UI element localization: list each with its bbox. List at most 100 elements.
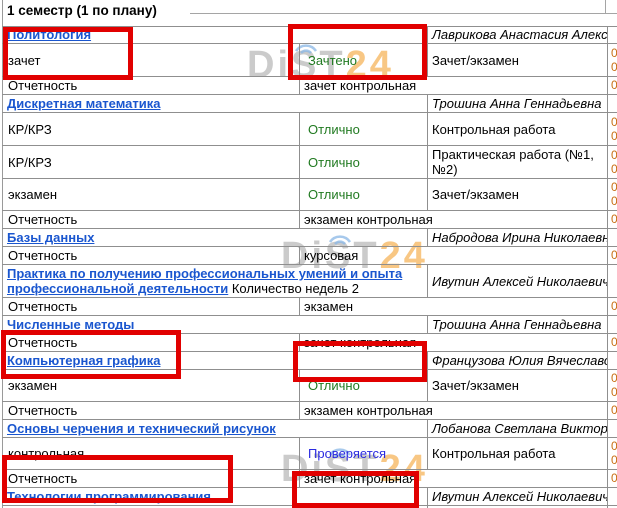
highlight-box-2 xyxy=(288,24,427,80)
work-type-cell: Зачет/экзамен xyxy=(427,370,607,402)
teacher-cell: Ивутин Алексей Николаевич xyxy=(427,488,607,506)
subject-extra-text: Количество недель 2 xyxy=(228,281,359,296)
grade-cell: Проверяется xyxy=(299,438,427,470)
report-label-cell: Отчетность xyxy=(2,298,299,316)
clipped-edge-text: 0 xyxy=(611,130,617,143)
edge-cell-clipped xyxy=(607,488,617,506)
grade-value: Проверяется xyxy=(308,446,386,461)
gradebook-table-wrapper: ПолитологияЛаврикова Анастасия Алексазач… xyxy=(2,26,617,508)
edge-cell-clipped: 00 xyxy=(607,179,617,211)
teacher-cell: Ивутин Алексей Николаевич xyxy=(427,265,607,298)
highlight-box-6 xyxy=(292,471,419,508)
report-row: Отчетностьэкзамен контрольная 0 xyxy=(2,402,617,420)
work-type-cell: Практическая работа (№1, №2) xyxy=(427,146,607,179)
report-value-cell: экзамен контрольная xyxy=(299,402,607,420)
edge-cell-clipped xyxy=(607,420,617,438)
clipped-edge-text: 0 xyxy=(611,61,617,74)
highlight-box-5 xyxy=(2,455,233,503)
edge-cell-clipped xyxy=(607,95,617,113)
subject-cell: Базы данных xyxy=(2,229,427,247)
gradebook-table: ПолитологияЛаврикова Анастасия Алексазач… xyxy=(2,26,617,508)
edge-cell-clipped: 0 xyxy=(607,77,617,95)
teacher-cell: Лобанова Светлана Викторо xyxy=(427,420,607,438)
edge-cell-clipped: 0 xyxy=(607,298,617,316)
clipped-edge-text: 0 xyxy=(611,213,617,226)
subject-row: Практика по получению профессиональных у… xyxy=(2,265,617,298)
edge-cell-clipped: 00 xyxy=(607,438,617,470)
edge-cell-clipped: 0 xyxy=(607,211,617,229)
report-label-cell: Отчетность xyxy=(2,211,299,229)
subject-link[interactable]: Базы данных xyxy=(7,230,94,245)
grade-row: КР/КРЗ Отлично Практическая работа (№1, №2… xyxy=(2,146,617,179)
clipped-edge-text: 0 xyxy=(611,195,617,208)
clipped-edge-text: 0 xyxy=(611,336,617,349)
subject-row: Основы черчения и технический рисунок Лоб… xyxy=(2,420,617,438)
grade-value: Отлично xyxy=(308,187,360,202)
work-type-cell: Контрольная работа xyxy=(427,438,607,470)
report-value-cell: курсовая xyxy=(299,247,607,265)
edge-cell-clipped: 0 xyxy=(607,334,617,352)
edge-cell-clipped xyxy=(607,316,617,334)
clipped-edge-text: 0 xyxy=(611,440,617,453)
highlight-box-4 xyxy=(293,341,427,382)
grade-value: Отлично xyxy=(308,155,360,170)
highlight-box-1 xyxy=(3,27,133,80)
edge-cell-clipped: 00 xyxy=(607,370,617,402)
subject-cell: Основы черчения и технический рисунок xyxy=(2,420,427,438)
edge-cell-clipped xyxy=(607,229,617,247)
clipped-edge-text: 0 xyxy=(611,472,617,485)
clipped-edge-text: 0 xyxy=(611,116,617,129)
control-type-cell: КР/КРЗ xyxy=(2,113,299,146)
previous-table-divider xyxy=(190,13,617,14)
clipped-edge-text: 0 xyxy=(611,249,617,262)
clipped-edge-text: 0 xyxy=(611,149,617,162)
report-value-cell: экзамен xyxy=(299,298,607,316)
teacher-cell: Набродова Ирина Николаевна xyxy=(427,229,607,247)
grade-cell: Отлично xyxy=(299,113,427,146)
edge-cell-clipped: 0 xyxy=(607,247,617,265)
edge-cell-clipped xyxy=(607,265,617,298)
subject-row: Дискретная математика Трошина Анна Геннад… xyxy=(2,95,617,113)
report-value-cell: экзамен контрольная xyxy=(299,211,607,229)
grade-value: Отлично xyxy=(308,122,360,137)
report-row: Отчетностьэкзамен контрольная 0 xyxy=(2,211,617,229)
report-label-cell: Отчетность xyxy=(2,402,299,420)
edge-cell-clipped: 00 xyxy=(607,113,617,146)
report-label-cell: Отчетность xyxy=(2,247,299,265)
teacher-cell: Лаврикова Анастасия Алекса xyxy=(427,26,607,44)
clipped-edge-text: 0 xyxy=(611,372,617,385)
edge-cell-clipped: 00 xyxy=(607,146,617,179)
clipped-edge-text: 0 xyxy=(611,386,617,399)
grade-cell: Отлично xyxy=(299,179,427,211)
subject-link[interactable]: Основы черчения и технический рисунок xyxy=(7,421,276,436)
clipped-edge-text: 0 xyxy=(611,404,617,417)
control-type-cell: КР/КРЗ xyxy=(2,146,299,179)
clipped-edge-text: 0 xyxy=(611,181,617,194)
subject-cell: Практика по получению профессиональных у… xyxy=(2,265,427,298)
control-type-cell: экзамен xyxy=(2,179,299,211)
report-row: Отчетностьэкзамен 0 xyxy=(2,298,617,316)
teacher-cell: Трошина Анна Геннадьевна xyxy=(427,316,607,334)
gradebook-page: 1 семестр (1 по плану) DiST24DiST24DiST2… xyxy=(0,0,617,508)
grade-row: экзаменОтличноЗачет/экзамен00 xyxy=(2,179,617,211)
report-row: Отчетностькурсовая 0 xyxy=(2,247,617,265)
edge-cell-clipped: 0 xyxy=(607,402,617,420)
edge-cell-clipped: 00 xyxy=(607,44,617,77)
work-type-cell: Контрольная работа xyxy=(427,113,607,146)
teacher-cell: Трошина Анна Геннадьевна xyxy=(427,95,607,113)
subject-link[interactable]: Дискретная математика xyxy=(7,96,161,111)
clipped-edge-text: 0 xyxy=(611,454,617,467)
clipped-edge-text: 0 xyxy=(611,79,617,92)
teacher-cell: Французова Юлия Вячеславов xyxy=(427,352,607,370)
clipped-edge-text: 0 xyxy=(611,47,617,60)
clipped-edge-text: 0 xyxy=(611,163,617,176)
grade-cell: Отлично xyxy=(299,146,427,179)
highlight-box-3 xyxy=(1,330,181,379)
grade-row: КР/КРЗОтличноКонтрольная работа00 xyxy=(2,113,617,146)
edge-cell-clipped xyxy=(607,352,617,370)
edge-cell-clipped: 0 xyxy=(607,470,617,488)
edge-cell-clipped xyxy=(607,26,617,44)
clipped-edge-text: 0 xyxy=(611,300,617,313)
subject-row: Базы данных Набродова Ирина Николаевна xyxy=(2,229,617,247)
semester-title: 1 семестр (1 по плану) xyxy=(7,3,157,18)
